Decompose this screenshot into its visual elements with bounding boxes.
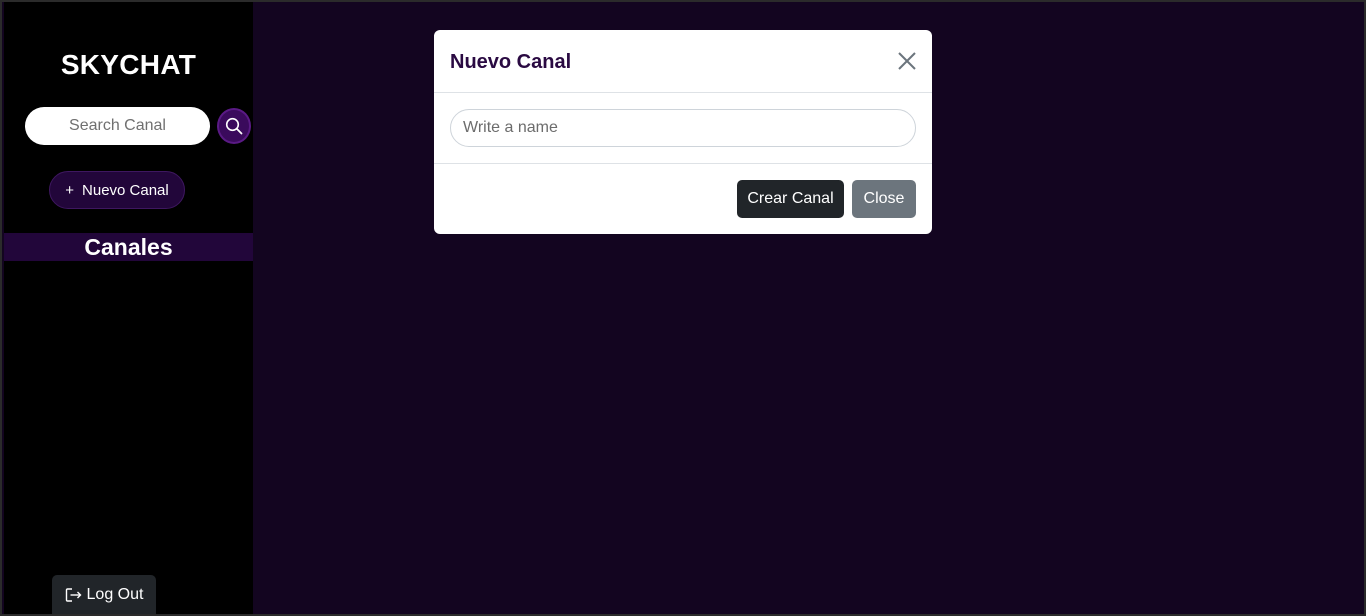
search-icon: [225, 117, 243, 135]
new-channel-label: Nuevo Canal: [82, 181, 169, 199]
modal-title: Nuevo Canal: [450, 51, 572, 73]
modal-body: [434, 93, 932, 164]
app-window: SKYCHAT + Nuevo Canal Canales Log Out Nu…: [2, 2, 1364, 614]
create-channel-button[interactable]: Crear Canal: [737, 180, 844, 218]
close-icon[interactable]: [896, 50, 918, 72]
logout-icon: [65, 587, 82, 602]
new-channel-button[interactable]: + Nuevo Canal: [49, 171, 185, 209]
brand-title: SKYCHAT: [60, 49, 197, 80]
plus-icon: +: [65, 181, 75, 199]
channel-name-input[interactable]: [450, 109, 916, 147]
sidebar: SKYCHAT + Nuevo Canal Canales Log Out: [4, 2, 253, 614]
channels-header: Canales: [4, 233, 253, 261]
search-input[interactable]: [25, 107, 210, 145]
logout-button[interactable]: Log Out: [52, 575, 156, 614]
search-button[interactable]: [217, 108, 251, 144]
new-channel-modal: Nuevo Canal Crear Canal Close: [434, 30, 932, 234]
logout-label: Log Out: [86, 585, 144, 603]
close-button[interactable]: Close: [852, 180, 916, 218]
modal-header: Nuevo Canal: [434, 30, 932, 93]
